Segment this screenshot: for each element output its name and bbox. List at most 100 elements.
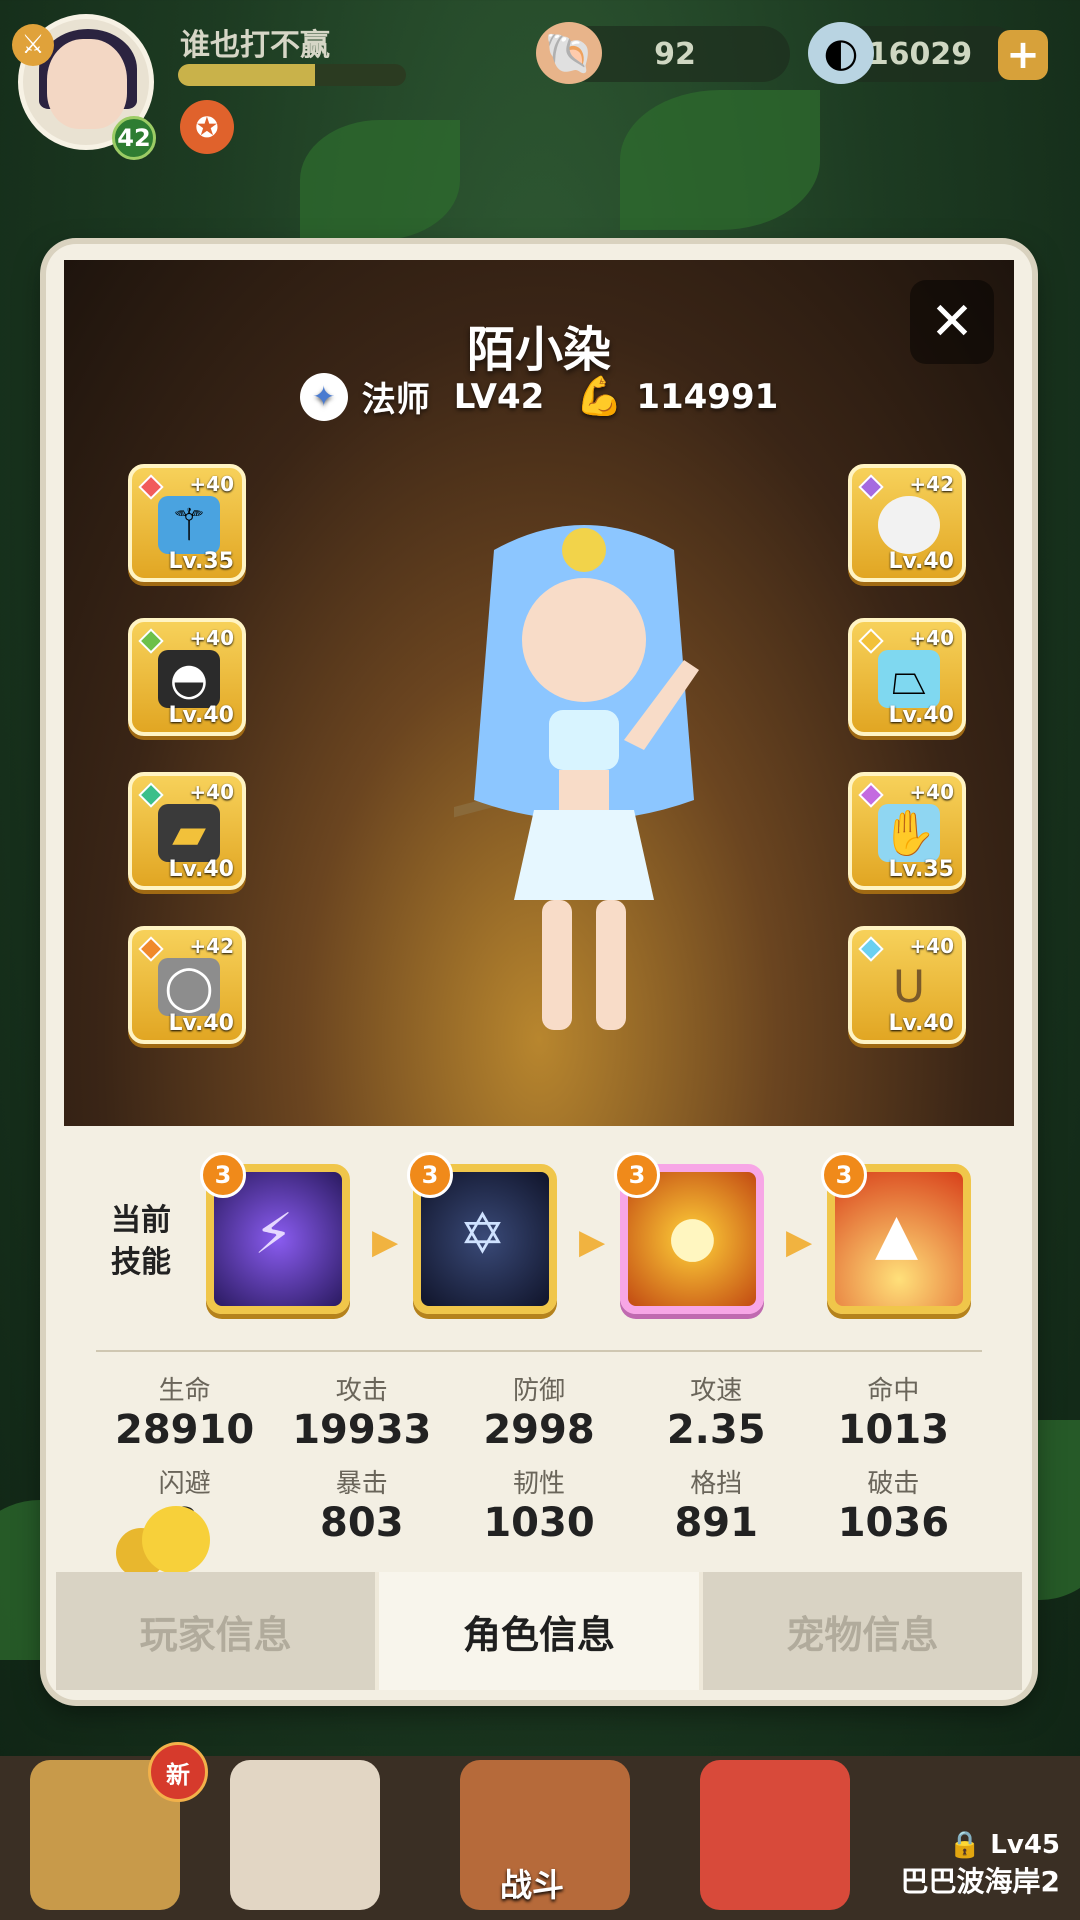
player-name: 谁也打不赢 [180, 28, 330, 63]
equipment-slot-skirt[interactable]: +40 ⏢ Lv.40 [848, 618, 966, 736]
stat-defense: 防御 2998 [450, 1370, 627, 1453]
tab-character-info[interactable]: 角色信息 [379, 1572, 703, 1690]
equipment-slot-pearl[interactable]: +42 Lv.40 [848, 464, 966, 582]
character-headlamp [562, 528, 606, 572]
experience-bar-fill [178, 64, 315, 86]
character-info-dialog: 陌小染 ✦ 法师 LV42 💪 114991 ✕ +40 ⚚ Lv.35 +40… [46, 244, 1032, 1700]
equipment-slot-ring[interactable]: +42 ◯ Lv.40 [128, 926, 246, 1044]
enhance-level: +42 [189, 934, 234, 958]
stat-label: 攻速 [690, 1376, 743, 1406]
helmet-icon: ◓ [158, 650, 220, 708]
stat-label: 格挡 [690, 1469, 743, 1499]
item-level: Lv.40 [888, 703, 954, 728]
enhance-level: +42 [909, 472, 954, 496]
stat-label: 防御 [512, 1376, 565, 1406]
section-divider [96, 1350, 982, 1352]
nav-item-hero[interactable] [230, 1760, 380, 1910]
gem-icon [858, 474, 884, 500]
shell-icon: 🐚 [536, 22, 602, 84]
stats-grid: 生命28910 攻击19933 防御2998 攻速2.35 命中1013 闪避 2… [96, 1370, 982, 1546]
item-level: Lv.40 [168, 857, 234, 882]
stat-value: 28910 [115, 1407, 255, 1453]
stat-label: 韧性 [512, 1469, 565, 1499]
character-meta: ✦ 法师 LV42 💪 114991 [64, 372, 1014, 421]
character-top [549, 710, 619, 770]
item-level: Lv.40 [168, 703, 234, 728]
lightning-skill-icon: ⚡ [254, 1202, 294, 1267]
skill-level-badge: 3 [821, 1152, 867, 1198]
current-skills-label: 当前 技能 [96, 1200, 186, 1284]
current-skills-label-line2: 技能 [111, 1245, 171, 1280]
stat-label: 命中 [867, 1376, 920, 1406]
character-power: 114991 [636, 376, 779, 417]
equipment-slot-boots[interactable]: +40 ▰ Lv.40 [128, 772, 246, 890]
skill-level-badge: 3 [407, 1152, 453, 1198]
item-level: Lv.40 [168, 1011, 234, 1036]
shell-count: 92 [654, 36, 696, 72]
pearl-count: 16029 [867, 36, 973, 72]
equipment-slot-helmet[interactable]: +40 ◓ Lv.40 [128, 618, 246, 736]
skill-level-badge: 3 [614, 1152, 660, 1198]
ring-icon: ◯ [158, 958, 220, 1016]
character-leg-right [596, 900, 626, 1030]
skill-level-badge: 3 [200, 1152, 246, 1198]
tab-player-info[interactable]: 玩家信息 [56, 1572, 380, 1690]
lock-icon: 🔒 [948, 1830, 982, 1860]
boots-icon: ▰ [158, 804, 220, 862]
locked-area[interactable]: 🔒 Lv45 巴巴波海岸2 [901, 1830, 1060, 1900]
skill-arrow-icon: ▶ [786, 1222, 813, 1262]
add-currency-button[interactable]: + [998, 30, 1048, 80]
character-stage: 陌小染 ✦ 法师 LV42 💪 114991 ✕ +40 ⚚ Lv.35 +40… [64, 260, 1014, 1126]
enhance-level: +40 [189, 472, 234, 496]
gem-icon [138, 474, 164, 500]
character-class: 法师 [361, 380, 430, 420]
skill-arrow-icon: ▶ [372, 1222, 399, 1262]
stat-label: 闪避 [158, 1469, 211, 1499]
new-badge: 新 [148, 1742, 208, 1802]
character-leg-left [542, 900, 572, 1030]
close-button[interactable]: ✕ [910, 280, 994, 364]
character-skirt [514, 810, 654, 900]
flame-burst-skill-icon: ▲ [875, 1202, 919, 1267]
enhance-level: +40 [909, 934, 954, 958]
stat-value: 2.35 [666, 1407, 766, 1453]
player-level-badge: 42 [112, 116, 156, 160]
stat-label: 生命 [158, 1376, 211, 1406]
nav-item-shop[interactable] [700, 1760, 850, 1910]
pearl-shell-icon: ◐ [808, 22, 874, 84]
skill-slot-2[interactable]: 3 ✡ [407, 1152, 557, 1314]
stat-attack: 攻击 19933 [273, 1370, 450, 1453]
locked-area-name: 巴巴波海岸2 [900, 1865, 1060, 1898]
skill-slot-1[interactable]: 3 ⚡ [200, 1152, 350, 1314]
skill-slot-4[interactable]: 3 ▲ [821, 1152, 971, 1314]
equipment-slot-necklace[interactable]: +40 ᑌ Lv.40 [848, 926, 966, 1044]
stat-value: 2998 [483, 1407, 595, 1453]
enhance-level: +40 [909, 626, 954, 650]
gem-icon [138, 936, 164, 962]
power-arm-icon: 💪 [575, 374, 623, 418]
gem-icon [858, 936, 884, 962]
skill-arrow-icon: ▶ [579, 1222, 606, 1262]
stat-block: 格挡 891 [628, 1463, 805, 1546]
stat-value: 891 [674, 1500, 758, 1546]
battle-label: 战斗 [500, 1866, 565, 1904]
sword-icon: ⚔ [12, 24, 54, 66]
gem-icon [138, 628, 164, 654]
stat-value: 1013 [837, 1407, 950, 1453]
gem-icon [138, 782, 164, 808]
stat-accuracy: 命中 1013 [805, 1370, 982, 1453]
equipment-slot-gloves[interactable]: +40 ✋ Lv.35 [848, 772, 966, 890]
enhance-level: +40 [189, 780, 234, 804]
poker-chip-icon[interactable]: ✪ [180, 100, 234, 154]
mage-class-icon: ✦ [299, 372, 348, 421]
skill-slot-3[interactable]: 3 ● [614, 1152, 764, 1314]
character-level: LV42 [453, 376, 545, 417]
tab-pet-info[interactable]: 宠物信息 [702, 1572, 1022, 1690]
enhance-level: +40 [189, 626, 234, 650]
stat-value: 803 [320, 1500, 404, 1546]
background-leaf [300, 120, 460, 240]
equipment-slot-weapon[interactable]: +40 ⚚ Lv.35 [128, 464, 246, 582]
current-skills-label-line1: 当前 [111, 1203, 171, 1238]
experience-bar [178, 64, 406, 86]
necklace-icon: ᑌ [892, 961, 926, 1013]
